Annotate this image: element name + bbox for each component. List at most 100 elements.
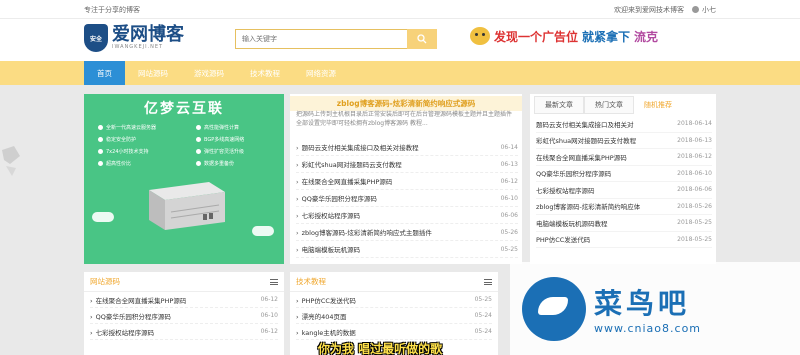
article-date: 06-14 (500, 143, 518, 151)
check-icon (98, 161, 103, 166)
ad-text-1: 发现一个广告位 (494, 29, 579, 44)
video-subtitle: 你为我 唱过最听做的歌 (318, 342, 443, 355)
article-title: 在线聚合全网直播采集PHP源码 (296, 176, 393, 186)
sidebar-list-item[interactable]: 题码云支付相关集成接口及相关对 2018-06-14 (536, 116, 712, 133)
article-title: QQ豪华乐园积分程序源码 (90, 311, 171, 321)
check-icon (98, 149, 103, 154)
article-title: 电脑端模板玩机源码教程 (536, 219, 608, 228)
sidebar-list-item[interactable]: QQ豪华乐园积分程序源码 2018-06-10 (536, 166, 712, 182)
box-list-item[interactable]: 七彩授权站程序源码 06-12 (90, 324, 278, 340)
article-date: 2018-05-25 (677, 235, 712, 243)
article-title: PHP仿CC发送代码 (536, 236, 591, 245)
banner-feature-text: 弹性扩容灵活升级 (204, 149, 245, 155)
server-illustration (149, 182, 225, 230)
featured-articles: zblog博客源码-炫彩清新简约响应式源码 把源码上传到主机根目录后正常安装后即… (290, 94, 522, 264)
header: 安全 爱网博客 IWANGKEJI.NET 发现一个广告位 就紧拿下 流克 (0, 19, 800, 61)
sidebar-list-item[interactable]: 彩虹代shua网对接题码云支付教程 2018-06-13 (536, 133, 712, 149)
nav-item[interactable]: 技术教程 (237, 61, 293, 85)
banner-feature: 稳定安全防护 (98, 136, 136, 143)
search-icon (417, 34, 427, 44)
sidebar-list-item[interactable]: 在线聚合全网直播采集PHP源码 2018-06-12 (536, 149, 712, 166)
box-list-item[interactable]: 漂亮的404页面 05-24 (296, 308, 492, 324)
article-date: 06-12 (500, 177, 518, 185)
nav-item[interactable]: 游戏源码 (181, 61, 237, 85)
site-logo[interactable]: 安全 爱网博客 IWANGKEJI.NET (84, 24, 184, 52)
article-list-item[interactable]: zblog博客源码-炫彩清新简约响应式主题插件 05-26 (296, 224, 518, 241)
article-title: 七彩授权站程序源码 (90, 327, 155, 337)
ad-banner[interactable]: 发现一个广告位 就紧拿下 流克 (470, 27, 658, 45)
shield-logo-icon: 安全 (84, 24, 108, 52)
menu-icon[interactable] (484, 278, 492, 285)
nav-item[interactable]: 首页 (84, 61, 125, 85)
article-title: 七彩授权站程序源码 (536, 186, 595, 195)
article-date: 2018-06-12 (677, 153, 712, 161)
box-list-item[interactable]: kangle主机的数据 05-24 (296, 324, 492, 340)
menu-icon[interactable] (270, 278, 278, 285)
featured-headline[interactable]: zblog博客源码-炫彩清新简约响应式源码 (290, 96, 522, 111)
user-menu[interactable]: 小七 (692, 5, 716, 15)
banner-feature: 7x24小时技术支持 (98, 148, 149, 155)
article-date: 06-06 (500, 211, 518, 219)
cloud-icon (92, 212, 114, 222)
tab-2[interactable]: 随机推荐 (634, 96, 682, 114)
article-list-item[interactable]: 在线聚合全网直播采集PHP源码 06-12 (296, 173, 518, 190)
article-date: 05-26 (500, 228, 518, 236)
sidebar-list-item[interactable]: zblog博客源码-炫彩清新简约响应体 2018-05-26 (536, 199, 712, 215)
nav-item[interactable]: 网络资源 (293, 61, 349, 85)
article-date: 2018-06-06 (677, 186, 712, 194)
article-list-item[interactable]: QQ豪华乐园积分程序源码 06-10 (296, 190, 518, 207)
article-title: QQ豪华乐园积分程序源码 (296, 193, 377, 203)
ad-text-2: 就紧拿下 (582, 29, 631, 44)
article-title: 电脑端模板玩机源码 (296, 244, 361, 254)
article-title: 题码云支付相关集成接口及相关对 (536, 120, 634, 129)
main-content: 亿梦云互联 全新一代高速云服务器 高性能弹性计算 稳定安全防护 BGP多线高速网络 7x… (84, 94, 716, 264)
article-date: 2018-06-14 (677, 120, 712, 128)
banner-feature-text: 高性能弹性计算 (204, 125, 240, 131)
banner-feature-text: 稳定安全防护 (106, 137, 137, 143)
site-watermark: 菜鸟吧 www.cniao8.com (510, 262, 800, 355)
article-list-item[interactable]: 题码云支付相关集成接口及相关对接教程 06-14 (296, 139, 518, 156)
article-title: 七彩授权站程序源码 (296, 210, 361, 220)
tab-0[interactable]: 最新文章 (534, 96, 584, 114)
box-list-item[interactable]: 在线聚合全网直播采集PHP源码 06-12 (90, 292, 278, 308)
article-list-item[interactable]: 电脑端模板玩机源码 05-25 (296, 241, 518, 258)
promo-banner[interactable]: 亿梦云互联 全新一代高速云服务器 高性能弹性计算 稳定安全防护 BGP多线高速网络 7x… (84, 94, 284, 264)
search-input[interactable] (235, 29, 407, 49)
article-title: 彩虹代shua网对接题码云支付教程 (536, 137, 637, 146)
nav-item-label: 网络资源 (306, 68, 336, 78)
watermark-title: 菜鸟吧 (594, 287, 691, 320)
article-title: 题码云支付相关集成接口及相关对接教程 (296, 142, 419, 152)
article-title: 在线聚合全网直播采集PHP源码 (536, 153, 627, 162)
article-title: zblog博客源码-炫彩清新简约响应体 (536, 203, 641, 212)
article-date: 2018-05-25 (677, 219, 712, 227)
smiley-icon (470, 27, 490, 45)
sidebar-list-item[interactable]: PHP仿CC发送代码 2018-05-25 (536, 232, 712, 248)
article-list-item[interactable]: 彩虹代shua网对接题码云支付教程 06-13 (296, 156, 518, 173)
box-title: 网站源码 (90, 277, 120, 286)
sidebar-list-item[interactable]: 电脑端模板玩机源码教程 2018-05-25 (536, 215, 712, 232)
check-icon (196, 137, 201, 142)
search-button[interactable] (407, 29, 437, 49)
box-list-item[interactable]: QQ豪华乐园积分程序源码 06-10 (90, 308, 278, 324)
check-icon (196, 149, 201, 154)
box-list-item[interactable]: PHP仿CC发送代码 05-25 (296, 292, 492, 308)
article-title: PHP仿CC发送代码 (296, 295, 356, 305)
article-date: 06-13 (500, 160, 518, 168)
tab-1[interactable]: 热门文章 (584, 96, 634, 114)
banner-feature: 弹性扩容灵活升级 (196, 148, 244, 155)
check-icon (196, 161, 201, 166)
article-date: 06-12 (260, 328, 278, 335)
user-name: 小七 (702, 5, 716, 14)
nav-item[interactable]: 网站源码 (125, 61, 181, 85)
article-list-item[interactable]: 七彩授权站程序源码 06-06 (296, 207, 518, 224)
article-date: 05-25 (474, 296, 492, 303)
article-title: 彩虹代shua网对接题码云支付教程 (296, 159, 402, 169)
decorative-splash (2, 146, 20, 176)
check-icon (98, 125, 103, 130)
featured-summary: 把源码上传到主机根目录后正常安装后即可在后台管理源码模板主题并且主题插件全部设置… (296, 111, 513, 127)
nav-item-label: 游戏源码 (194, 68, 224, 78)
welcome-text: 欢迎来到爱网技术博客 (614, 5, 684, 14)
sidebar-list-item[interactable]: 七彩授权站程序源码 2018-06-06 (536, 182, 712, 199)
nav-item-label: 网站源码 (138, 68, 168, 78)
banner-feature-text: 全新一代高速云服务器 (106, 125, 157, 131)
